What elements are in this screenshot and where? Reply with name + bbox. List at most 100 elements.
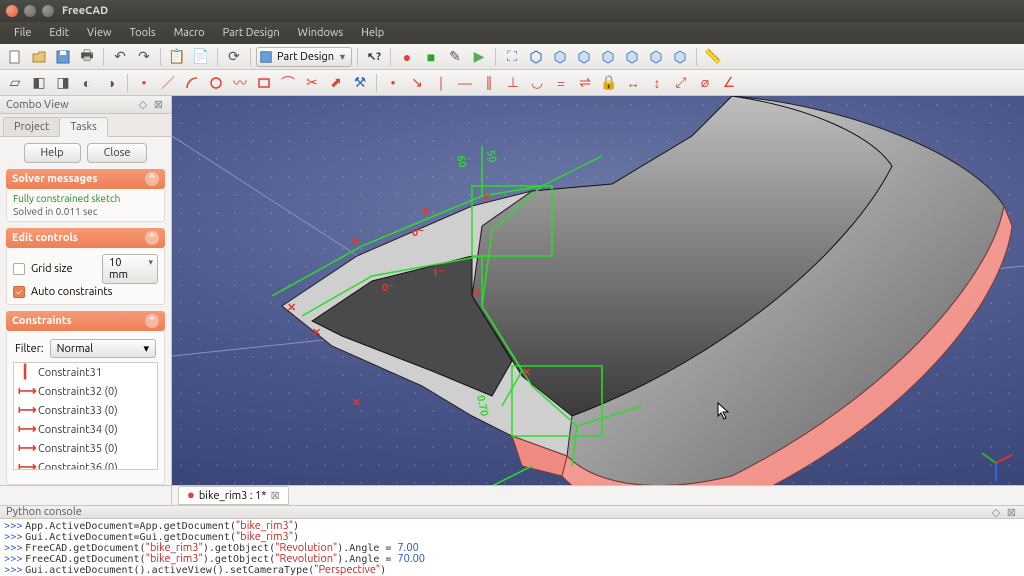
con-pointon-icon[interactable]: ↘ [406,73,428,93]
menu-windows[interactable]: Windows [290,25,352,41]
con-vdist-icon[interactable]: ↕ [646,73,668,93]
view-iso-icon[interactable] [525,47,547,67]
collapse-icon[interactable]: ⌃ [145,172,159,186]
con-perpendicular-icon[interactable]: ⊥ [502,73,524,93]
con-equal-icon[interactable]: = [550,73,572,93]
construction-icon[interactable]: ⚒ [349,73,371,93]
con-vertical-icon[interactable]: | [430,73,452,93]
grid-size-field[interactable]: 10 mm [102,254,158,284]
menu-macro[interactable]: Macro [166,25,213,41]
rect-tool-icon[interactable] [253,73,275,93]
menu-file[interactable]: File [6,25,39,41]
polyline-tool-icon[interactable]: 〰 [229,73,251,93]
python-console[interactable]: >>> App.ActiveDocument=App.getDocument("… [0,519,1024,576]
revolve-icon[interactable]: ◐ [76,73,98,93]
con-lock-icon[interactable]: 🔒 [598,73,620,93]
refresh-icon[interactable]: ⟳ [223,47,245,67]
menu-view[interactable]: View [79,25,120,41]
list-item[interactable]: ⟼Constraint36 (0) [14,458,157,470]
auto-constraints-label: Auto constraints [31,286,112,298]
svg-text:✕: ✕ [287,302,296,314]
pad-icon[interactable]: ◧ [28,73,50,93]
toolbar-main: 🖶 ↶ ↷ 📋 📄 ⟳ Part Design ▼ ↖? ● ■ ✎ ▶ ⛶ 📏 [0,44,1024,70]
sketch-icon[interactable]: ▱ [4,73,26,93]
stop-macro-icon[interactable]: ■ [420,47,442,67]
svg-text:50: 50 [484,149,498,164]
run-macro-icon[interactable]: ▶ [468,47,490,67]
external-geom-icon[interactable]: ⬈ [325,73,347,93]
3d-viewport[interactable]: ✕ ✕ ✕ ✕ ✕ ✕ ✕ ✕ 60 50 0.49 2.63 0.70 0.4… [172,96,1024,491]
window-minimize-button[interactable] [24,5,36,17]
print-icon[interactable]: 🖶 [76,47,98,67]
pocket-icon[interactable]: ◨ [52,73,74,93]
svg-text:1⁻: 1⁻ [432,267,444,279]
record-macro-icon[interactable]: ● [396,47,418,67]
workbench-selector[interactable]: Part Design ▼ [256,47,352,67]
copy-icon[interactable]: 📋 [166,47,188,67]
document-tab[interactable]: ● bike_rim3 : 1* ⊠ [178,486,289,505]
con-coincident-icon[interactable]: • [382,73,404,93]
view-bottom-icon[interactable] [645,47,667,67]
groove-icon[interactable]: ◑ [100,73,122,93]
menu-tools[interactable]: Tools [122,25,164,41]
save-doc-icon[interactable] [52,47,74,67]
open-doc-icon[interactable] [28,47,50,67]
grid-size-checkbox[interactable] [13,263,25,275]
panel-controls[interactable]: ◇ ⊠ [992,506,1018,519]
new-doc-icon[interactable] [4,47,26,67]
con-hdist-icon[interactable]: ↔ [622,73,644,93]
view-front-icon[interactable] [549,47,571,67]
view-left-icon[interactable] [669,47,691,67]
window-close-button[interactable] [6,5,18,17]
workbench-label: Part Design [277,51,334,63]
con-symmetric-icon[interactable]: ⇌ [574,73,596,93]
redo-icon[interactable]: ↷ [133,47,155,67]
trim-tool-icon[interactable]: ✂ [301,73,323,93]
help-button[interactable]: Help [24,143,81,163]
collapse-icon[interactable]: ⌃ [145,231,159,245]
close-tab-icon[interactable]: ⊠ [271,489,280,502]
circle-tool-icon[interactable] [205,73,227,93]
close-button[interactable]: Close [87,143,148,163]
nav-cube[interactable] [976,443,1016,483]
list-item[interactable]: ⟼Constraint32 (0) [14,382,157,401]
list-item[interactable]: ⟼Constraint33 (0) [14,401,157,420]
constraints-header[interactable]: Constraints ⌃ [6,311,165,331]
con-horizontal-icon[interactable]: — [454,73,476,93]
view-top-icon[interactable] [573,47,595,67]
menu-edit[interactable]: Edit [41,25,77,41]
constraints-list[interactable]: ┃Constraint31 ⟼Constraint32 (0) ⟼Constra… [13,362,158,470]
list-item[interactable]: ⟼Constraint34 (0) [14,420,157,439]
fillet-tool-icon[interactable]: ⌒ [277,73,299,93]
solver-messages-header[interactable]: Solver messages ⌃ [6,169,165,189]
arc-tool-icon[interactable] [181,73,203,93]
auto-constraints-checkbox[interactable] [13,286,25,298]
tab-project[interactable]: Project [3,117,60,136]
con-radius-icon[interactable]: ⌀ [694,73,716,93]
whatsthis-icon[interactable]: ↖? [363,47,385,67]
list-item[interactable]: ⟼Constraint35 (0) [14,439,157,458]
collapse-icon[interactable]: ⌃ [145,314,159,328]
panel-controls[interactable]: ◇ ⊠ [139,98,165,111]
con-dist-icon[interactable]: ⤢ [670,73,692,93]
view-fit-icon[interactable]: ⛶ [501,47,523,67]
con-parallel-icon[interactable]: ∥ [478,73,500,93]
tab-tasks[interactable]: Tasks [59,117,107,137]
menu-partdesign[interactable]: Part Design [215,25,288,41]
view-rear-icon[interactable] [621,47,643,67]
window-maximize-button[interactable] [42,5,54,17]
con-angle-icon[interactable]: ∠ [718,73,740,93]
macros-icon[interactable]: ✎ [444,47,466,67]
combo-view-tabs: Project Tasks [0,114,171,137]
view-right-icon[interactable] [597,47,619,67]
paste-icon[interactable]: 📄 [190,47,212,67]
con-tangent-icon[interactable]: ◡ [526,73,548,93]
list-item[interactable]: ┃Constraint31 [14,363,157,382]
point-tool-icon[interactable]: • [133,73,155,93]
measure-icon[interactable]: 📏 [702,47,724,67]
line-tool-icon[interactable]: ／ [157,73,179,93]
filter-select[interactable]: Normal ▾ [50,339,156,358]
menu-help[interactable]: Help [353,25,392,41]
edit-controls-header[interactable]: Edit controls ⌃ [6,228,165,248]
undo-icon[interactable]: ↶ [109,47,131,67]
